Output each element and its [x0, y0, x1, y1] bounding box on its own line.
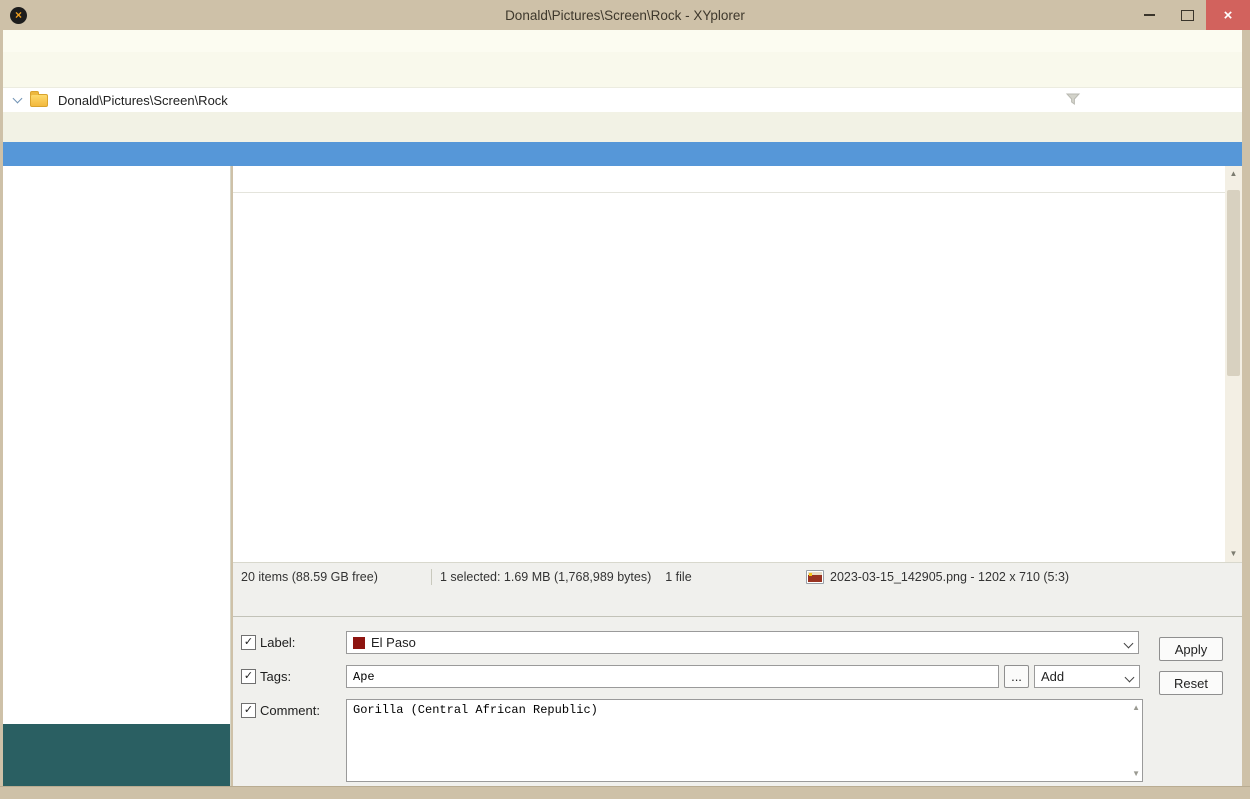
label-dropdown-value: El Paso: [371, 635, 416, 650]
apply-button[interactable]: Apply: [1159, 637, 1223, 661]
comment-textarea-wrap: Gorilla (Central African Republic) ▲ ▼: [346, 699, 1143, 782]
minimize-icon: [1144, 14, 1155, 16]
reset-button[interactable]: Reset: [1159, 671, 1223, 695]
tags-checkbox[interactable]: ✓: [241, 669, 256, 684]
status-file-icon: [806, 570, 824, 584]
comment-field-label: Comment:: [260, 703, 320, 718]
folder-tree: [3, 166, 231, 786]
maximize-button[interactable]: [1168, 0, 1206, 30]
window-title: Donald\Pictures\Screen\Rock - XYplorer: [0, 8, 1250, 23]
title-bar: × Donald\Pictures\Screen\Rock - XYplorer…: [0, 0, 1250, 30]
scroll-down-icon[interactable]: ▼: [1230, 546, 1238, 562]
status-file-count: 1 file: [665, 570, 691, 584]
file-list-header: [233, 166, 1242, 193]
scroll-up-icon[interactable]: ▲: [1230, 166, 1238, 182]
comment-checkbox[interactable]: ✓: [241, 703, 256, 718]
address-filter-icon[interactable]: [1065, 91, 1081, 110]
minimize-button[interactable]: [1130, 0, 1168, 30]
tags-mode-value: Add: [1041, 669, 1064, 684]
menu-bar: [3, 30, 1242, 52]
address-bar[interactable]: Donald\Pictures\Screen\Rock: [3, 88, 1242, 113]
status-current-file: 2023-03-15_142905.png - 1202 x 710 (5:3): [830, 570, 1069, 584]
file-list: ▲ ▼: [233, 166, 1242, 562]
status-bar: 20 items (88.59 GB free) 1 selected: 1.6…: [233, 562, 1242, 591]
maximize-icon: [1181, 10, 1194, 21]
tab-bar: [3, 112, 1242, 142]
breadcrumb-bar: [3, 142, 1242, 166]
tags-mode-dropdown[interactable]: Add: [1034, 665, 1140, 688]
tags-browse-button[interactable]: ...: [1004, 665, 1029, 688]
chevron-down-icon: [1125, 635, 1132, 650]
window-frame-bottom: [0, 786, 1250, 799]
label-dropdown[interactable]: El Paso: [346, 631, 1139, 654]
status-items-info: 20 items (88.59 GB free): [241, 570, 423, 584]
vertical-scrollbar[interactable]: ▲ ▼: [1225, 166, 1242, 562]
status-selection-info: 1 selected: 1.69 MB (1,768,989 bytes): [440, 570, 651, 584]
address-folder-icon: [30, 94, 48, 107]
info-panel-tabs: [233, 590, 1242, 617]
comment-scroll-down-icon[interactable]: ▼: [1132, 769, 1140, 778]
tree-empty-area: [3, 724, 230, 786]
tags-panel: ✓ Label: El Paso Apply ✓ Tags: ... Add R…: [233, 617, 1242, 786]
tags-field-label: Tags:: [260, 669, 291, 684]
info-panel: ✓ Label: El Paso Apply ✓ Tags: ... Add R…: [233, 590, 1242, 786]
chevron-down-icon: [1126, 669, 1133, 684]
address-expand-icon[interactable]: [9, 98, 26, 102]
label-color-swatch: [353, 637, 365, 649]
comment-scroll-up-icon[interactable]: ▲: [1132, 703, 1140, 712]
comment-textarea[interactable]: Gorilla (Central African Republic): [347, 700, 1142, 781]
tags-input[interactable]: [346, 665, 999, 688]
label-field-label: Label:: [260, 635, 295, 650]
status-separator: [431, 569, 432, 585]
scrollbar-thumb[interactable]: [1227, 190, 1240, 376]
label-checkbox[interactable]: ✓: [241, 635, 256, 650]
toolbar: [3, 52, 1242, 88]
address-path[interactable]: Donald\Pictures\Screen\Rock: [58, 93, 228, 108]
close-button[interactable]: ×: [1206, 0, 1250, 30]
